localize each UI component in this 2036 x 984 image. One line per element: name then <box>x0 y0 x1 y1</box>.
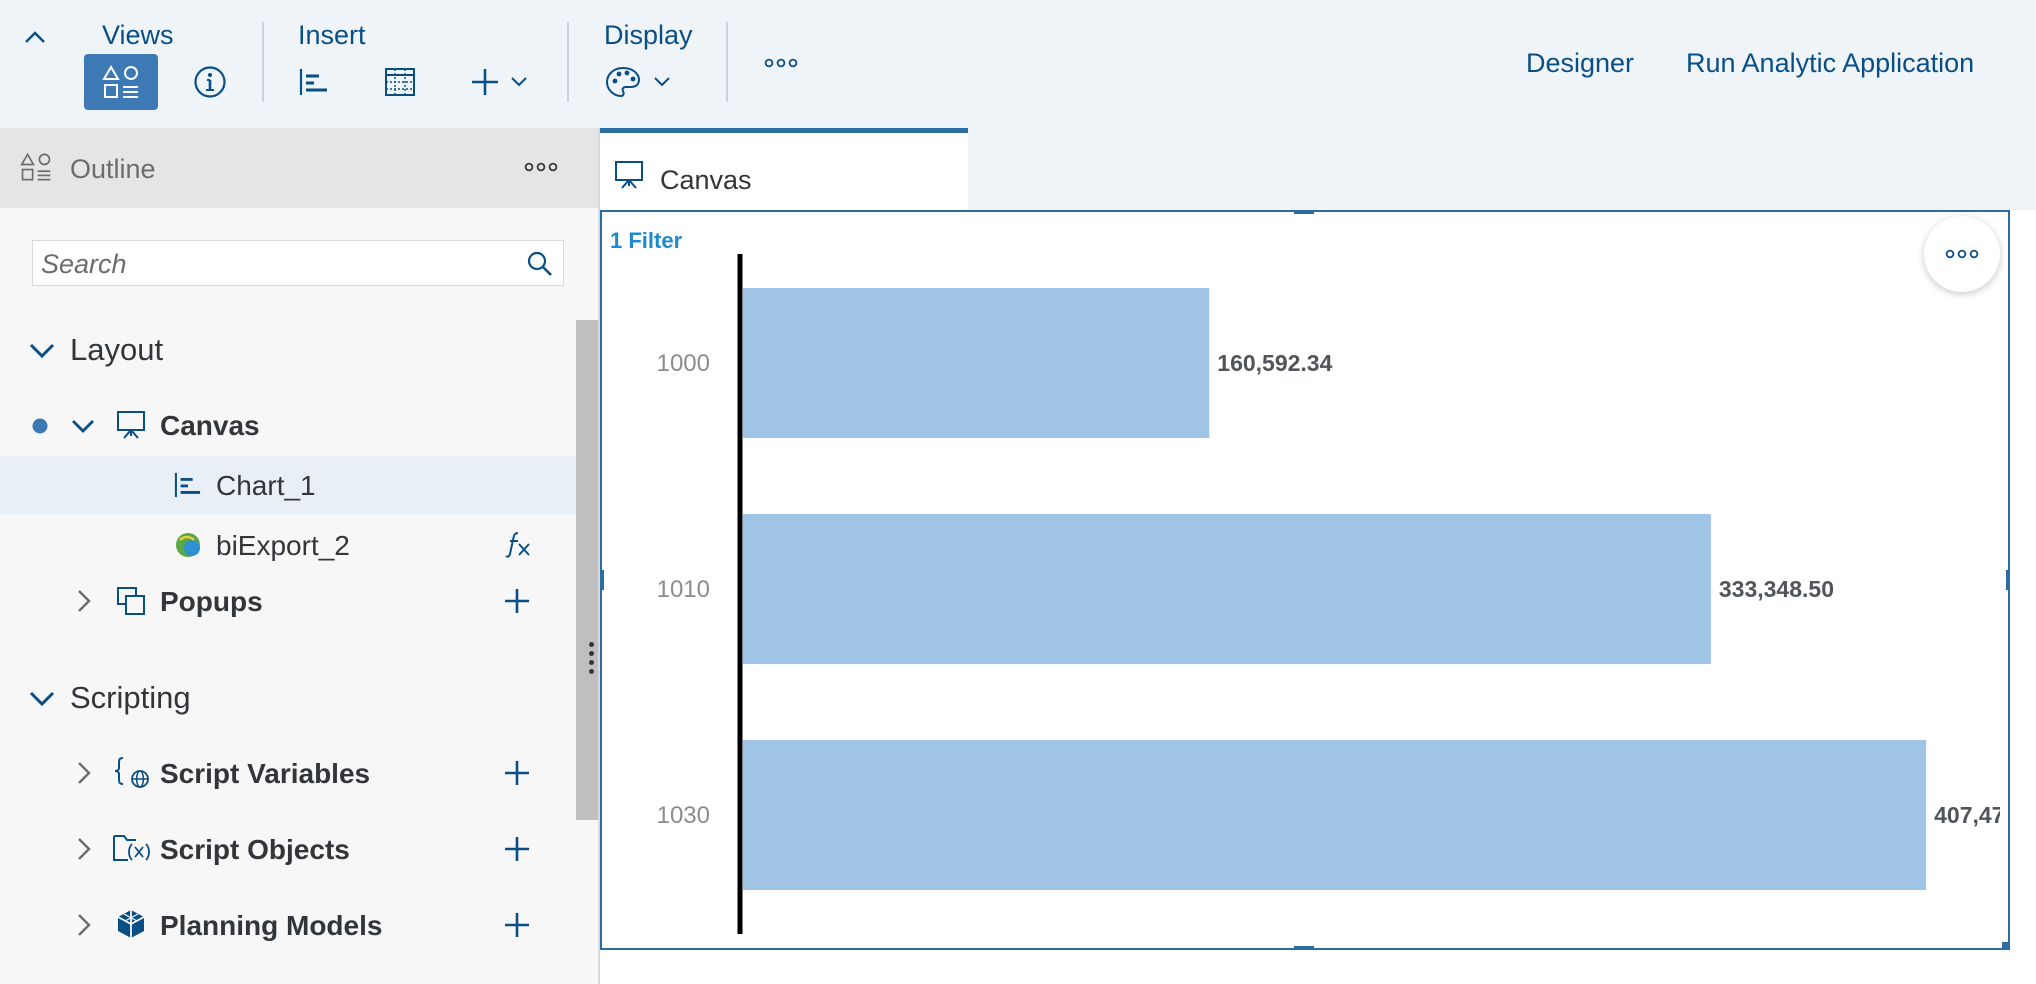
chevron-down-icon[interactable] <box>70 418 96 434</box>
search-input[interactable] <box>39 243 513 285</box>
tree-item-label: Script Objects <box>160 834 350 865</box>
bar-chart-icon <box>174 472 201 498</box>
collapse-toolbar-button[interactable] <box>18 22 52 52</box>
table-icon <box>385 68 415 96</box>
views-group-label: Views <box>102 20 174 50</box>
info-view-button[interactable] <box>188 60 232 104</box>
tree-item-popups[interactable]: Popups <box>0 572 576 630</box>
popup-icon <box>117 587 145 615</box>
script-variable-icon <box>114 757 149 788</box>
bar-1010[interactable] <box>743 514 1711 664</box>
add-popup-plus-icon[interactable] <box>504 588 530 614</box>
tree-item-canvas[interactable]: Canvas <box>0 396 576 454</box>
tree-item-label: Script Variables <box>160 758 371 789</box>
export-widget-icon <box>176 533 200 557</box>
outline-icon <box>102 65 138 98</box>
info-icon <box>194 66 226 98</box>
more-icon <box>764 58 798 68</box>
resize-handle-corner[interactable] <box>2002 942 2010 950</box>
toolbar-separator <box>567 22 569 102</box>
tree-item-label: Popups <box>160 586 263 617</box>
tree-item-biexport-2[interactable]: biExport_2 <box>0 516 576 574</box>
data-label: 333,348.50 <box>1719 576 1834 602</box>
outline-scrollbar[interactable] <box>576 320 598 820</box>
add-script-object-plus-icon[interactable] <box>504 836 530 862</box>
planning-model-cube-icon <box>117 910 145 938</box>
tree-item-label: Planning Models <box>160 910 383 941</box>
scripting-section-label[interactable]: Scripting <box>70 680 191 716</box>
outline-panel: Layout Canvas Chart_1 <box>0 208 598 984</box>
plus-icon <box>472 69 498 95</box>
bar-1000[interactable] <box>743 288 1210 438</box>
insert-more-button[interactable] <box>462 60 536 104</box>
toolbar-overflow-button[interactable] <box>756 48 806 78</box>
tab-canvas[interactable]: Canvas <box>600 128 968 210</box>
chevron-right-icon[interactable] <box>76 912 92 938</box>
layout-expand-chevron-icon[interactable] <box>28 342 56 360</box>
tab-label: Canvas <box>660 165 752 195</box>
canvas-icon <box>117 411 145 439</box>
data-label: 407,475.60 <box>1934 802 2000 828</box>
scripting-expand-chevron-icon[interactable] <box>28 690 56 708</box>
toolbar-separator <box>262 22 264 102</box>
display-theme-button[interactable] <box>600 60 676 104</box>
outline-icon <box>20 152 51 181</box>
bar-1030[interactable] <box>743 740 1927 890</box>
tree-item-label: biExport_2 <box>216 530 350 561</box>
chevron-right-icon[interactable] <box>76 588 92 614</box>
layout-section-label[interactable]: Layout <box>70 332 163 368</box>
toolbar-separator <box>726 22 728 102</box>
insert-chart-button[interactable] <box>294 60 334 104</box>
add-script-variable-plus-icon[interactable] <box>504 760 530 786</box>
chart-more-button[interactable] <box>1924 216 2000 292</box>
resize-handle-right[interactable] <box>2006 570 2010 590</box>
display-group-label: Display <box>604 20 693 50</box>
tree-item-label: Chart_1 <box>216 470 316 501</box>
canvas-icon <box>615 161 643 189</box>
tree-item-script-objects[interactable]: Script Objects <box>0 820 576 878</box>
chevron-right-icon[interactable] <box>76 836 92 862</box>
category-tick-label: 1030 <box>657 802 710 829</box>
insert-table-button[interactable] <box>380 60 420 104</box>
splitter-grip-handle[interactable] <box>589 642 595 682</box>
run-analytic-application-link[interactable]: Run Analytic Application <box>1686 48 1974 79</box>
palette-icon <box>605 66 641 98</box>
designer-link[interactable]: Designer <box>1526 48 1634 79</box>
chevron-up-icon <box>25 31 45 43</box>
tree-item-script-variables[interactable]: Script Variables <box>0 744 576 802</box>
tab-strip: Canvas <box>600 128 2036 210</box>
outline-panel-header: Outline <box>0 128 598 208</box>
canvas-area: 1 Filter 1000 160,592.34 1010 333,348.50 103… <box>600 210 2012 950</box>
search-icon[interactable] <box>527 251 553 277</box>
chevron-down-icon <box>654 77 670 87</box>
script-object-folder-icon <box>113 835 150 861</box>
toolbar: Views Insert Display Designer Run Analyt… <box>0 0 2036 128</box>
tree-item-chart-1[interactable]: Chart_1 <box>0 456 576 514</box>
tree-item-label: Canvas <box>160 410 260 441</box>
insert-group-label: Insert <box>298 20 366 50</box>
category-tick-label: 1010 <box>657 576 710 603</box>
current-item-dot-icon <box>32 418 48 434</box>
chevron-down-icon <box>511 77 527 87</box>
add-planning-model-plus-icon[interactable] <box>504 912 530 938</box>
category-tick-label: 1000 <box>657 350 710 377</box>
outline-title: Outline <box>70 154 156 184</box>
search-field <box>32 240 564 286</box>
bar-chart[interactable]: 1000 160,592.34 1010 333,348.50 1030 407,475.… <box>600 210 2000 950</box>
outline-more-button[interactable] <box>524 162 560 178</box>
more-icon <box>1945 249 1979 259</box>
chevron-right-icon[interactable] <box>76 760 92 786</box>
outline-view-button[interactable] <box>84 54 158 110</box>
tree-item-planning-models[interactable]: Planning Models <box>0 896 576 954</box>
more-icon <box>524 162 558 172</box>
bar-chart-icon <box>299 69 327 95</box>
data-label: 160,592.34 <box>1217 350 1332 376</box>
script-function-icon[interactable] <box>504 530 532 558</box>
